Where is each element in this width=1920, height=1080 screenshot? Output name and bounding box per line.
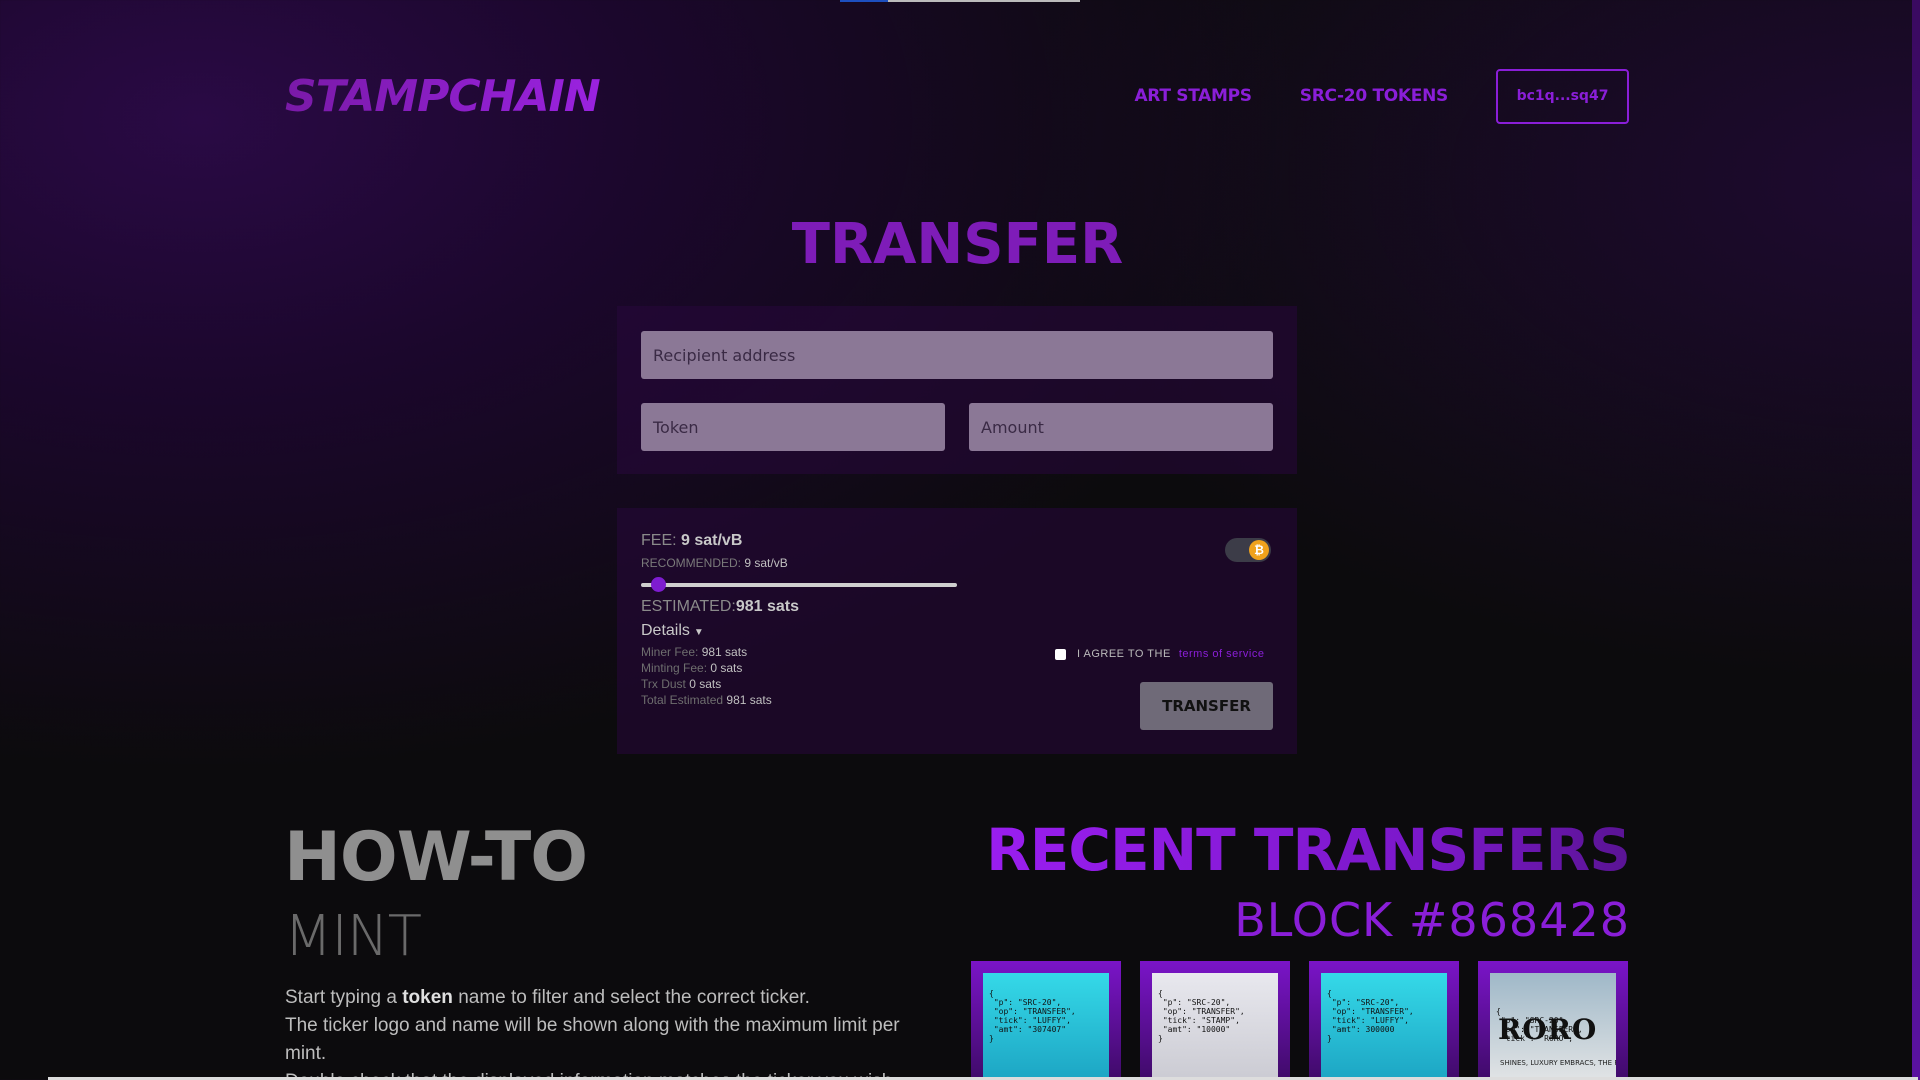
breakdown-row: Trx Dust 0 sats: [641, 677, 722, 691]
recommended-fee: RECOMMENDED: 9 sat/vB: [641, 556, 788, 570]
block-number: BLOCK #868428: [1234, 893, 1630, 947]
fee-breakdown: Miner Fee: 981 sats Minting Fee: 0 sats …: [641, 644, 772, 708]
howto-subtitle: MINT: [284, 904, 422, 969]
stamp-card[interactable]: { "p": "SRC-20", "op": "TRANSFER", "tick…: [971, 961, 1121, 1080]
token-input[interactable]: Token: [641, 403, 945, 451]
stamp-image: { "p": "SRC-20", "op": "TRANSFER", "tick…: [983, 973, 1109, 1080]
breakdown-row: Minting Fee: 0 sats: [641, 661, 743, 675]
caret-down-icon: ▼: [693, 627, 704, 638]
page-title: TRANSFER: [791, 212, 1124, 277]
stamp-image: { "p": "SRC-20", "op": "TRANSFER", "tick…: [1321, 973, 1447, 1080]
site-header: STAMPCHAIN ART STAMPS SRC-20 TOKENS bc1q…: [285, 68, 1629, 124]
terms-link[interactable]: terms of service: [1179, 648, 1265, 660]
details-toggle[interactable]: Details ▼: [641, 622, 704, 640]
wallet-button[interactable]: bc1q...sq47: [1496, 68, 1629, 124]
nav-art-stamps[interactable]: ART STAMPS: [1134, 86, 1252, 106]
recent-transfers-title: RECENT TRANSFERS: [986, 816, 1631, 884]
recipient-address-input[interactable]: Recipient address: [641, 331, 1273, 379]
stamp-card[interactable]: { "p": "SRC-20", "op": "TRANSFER", "tick…: [1140, 961, 1290, 1080]
breakdown-row: Miner Fee: 981 sats: [641, 645, 748, 659]
recent-stamps-list: { "p": "SRC-20", "op": "TRANSFER", "tick…: [971, 961, 1628, 1080]
transfer-form-panel: Recipient address Token Amount: [617, 306, 1297, 474]
main-nav: ART STAMPS SRC-20 TOKENS bc1q...sq47: [1134, 68, 1629, 124]
terms-checkbox[interactable]: [1055, 648, 1066, 660]
fee-panel: FEE: 9 sat/vB RECOMMENDED: 9 sat/vB ESTI…: [617, 508, 1297, 754]
amount-input[interactable]: Amount: [969, 403, 1273, 451]
currency-toggle[interactable]: ₿: [1225, 538, 1271, 562]
howto-text: Start typing a token name to filter and …: [285, 987, 900, 1080]
stamp-image: { "p": "SRC-20", "op": "TRANSFER", "tick…: [1490, 973, 1616, 1080]
top-progress-line: [840, 0, 1080, 2]
roro-logo: RORO: [1498, 1013, 1598, 1046]
fee-label: FEE: 9 sat/vB: [641, 532, 743, 549]
fee-value: 9 sat/vB: [681, 532, 743, 549]
fee-slider-handle[interactable]: [651, 577, 667, 592]
scrollbar[interactable]: [1912, 0, 1920, 1080]
estimated-value: 981 sats: [735, 598, 799, 615]
stamp-card[interactable]: { "p": "SRC-20", "op": "TRANSFER", "tick…: [1309, 961, 1459, 1080]
estimated-fee: ESTIMATED:981 sats: [641, 598, 799, 615]
bitcoin-icon: ₿: [1249, 540, 1269, 560]
terms-agreement: I AGREE TO THE terms of service: [1055, 648, 1264, 660]
stampchain-logo[interactable]: STAMPCHAIN: [285, 71, 601, 122]
recommended-value: 9 sat/vB: [744, 556, 788, 570]
fee-slider-track[interactable]: [641, 583, 957, 587]
howto-title: HOW-TO: [284, 818, 588, 897]
nav-src20-tokens[interactable]: SRC-20 TOKENS: [1300, 86, 1449, 106]
stamp-card[interactable]: { "p": "SRC-20", "op": "TRANSFER", "tick…: [1478, 961, 1628, 1080]
stamp-image: { "p": "SRC-20", "op": "TRANSFER", "tick…: [1152, 973, 1278, 1080]
breakdown-row: Total Estimated 981 sats: [641, 693, 772, 707]
roro-tagline: SHINES, LUXURY EMBRACS, THE FUTURE LEAPS…: [1500, 1059, 1616, 1067]
transfer-button[interactable]: TRANSFER: [1140, 682, 1273, 730]
